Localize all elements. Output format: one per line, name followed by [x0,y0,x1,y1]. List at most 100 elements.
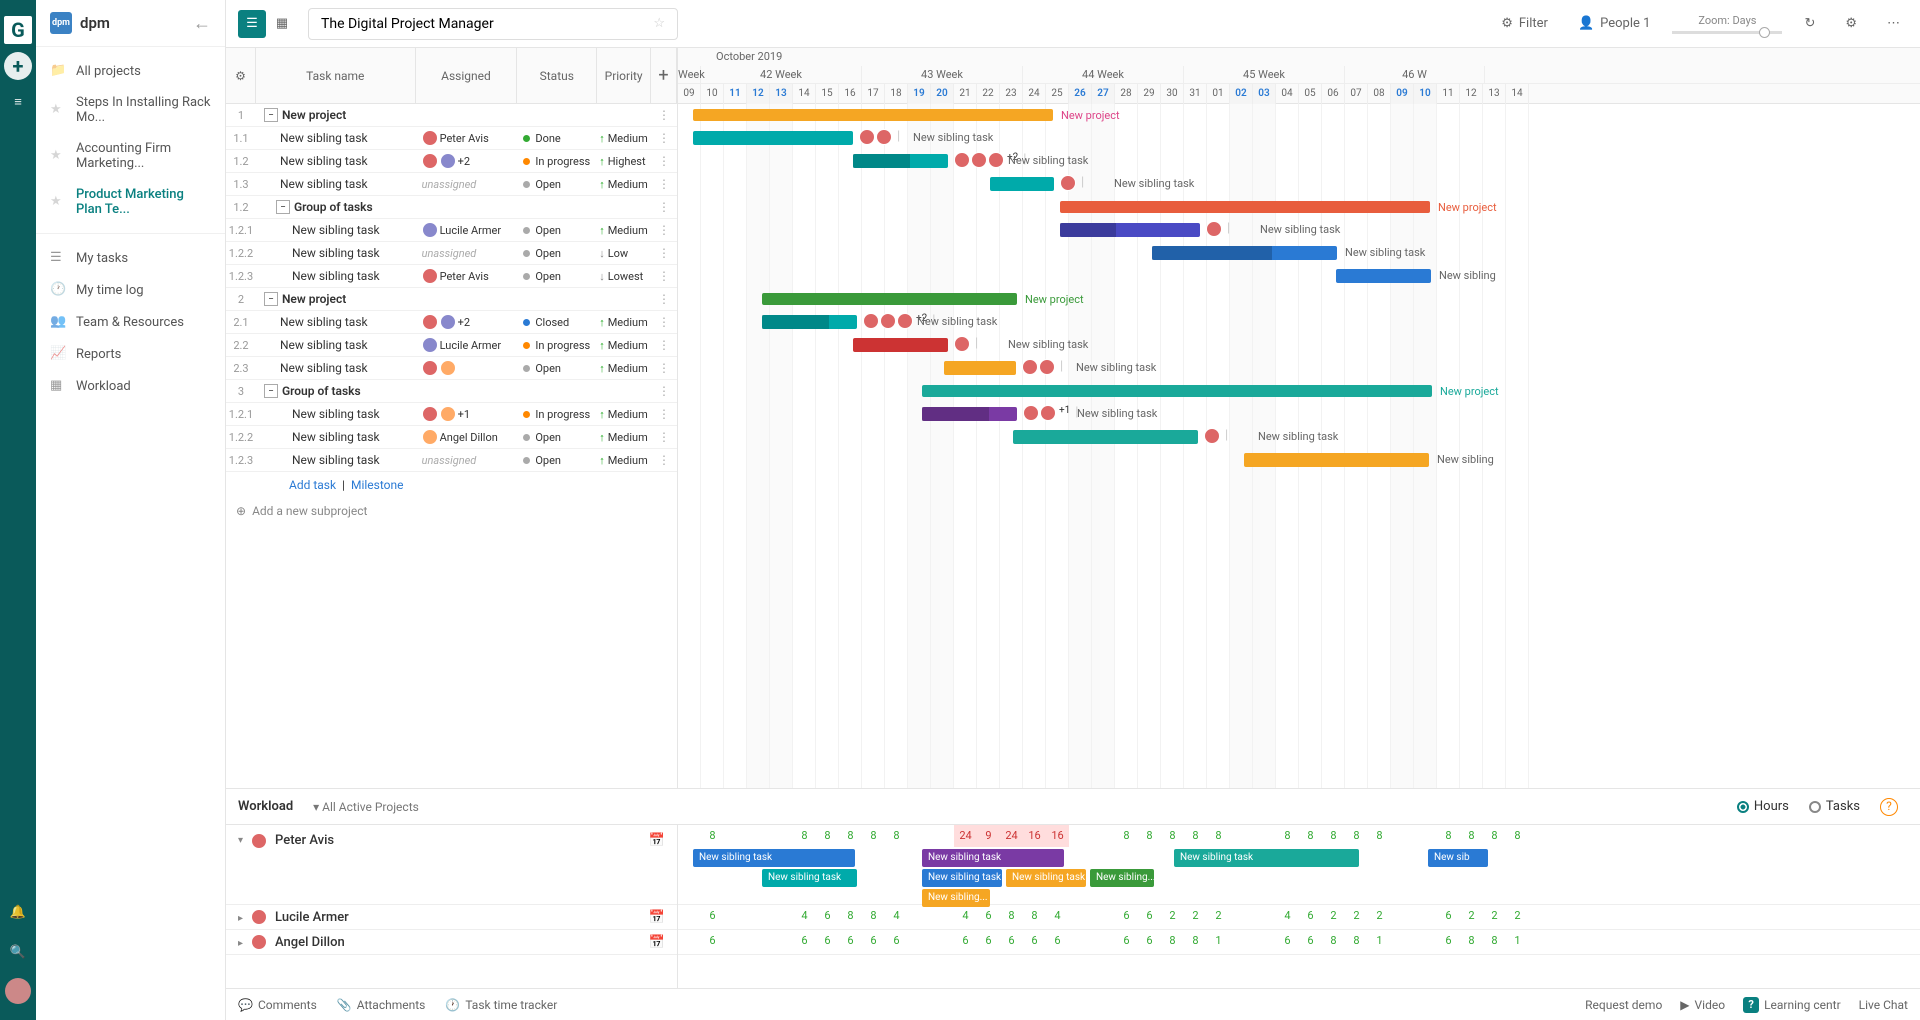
row-menu-icon[interactable]: ⋮ [651,407,677,421]
collapse-toggle[interactable]: − [276,200,290,214]
add-task-link[interactable]: Add task [289,478,336,492]
sidebar-all-projects[interactable]: 📁 All projects [36,55,225,87]
add-icon[interactable]: + [4,52,32,80]
calendar-icon[interactable]: 📅 [649,910,665,925]
workload-task-bar[interactable]: New sibling task [693,849,855,867]
settings-column-icon[interactable]: ⚙ [226,48,256,103]
row-menu-icon[interactable]: ⋮ [651,269,677,283]
gantt-bar[interactable]: |New sibling task [1013,430,1198,444]
workload-filter-dropdown[interactable]: ▾ All Active Projects [313,800,419,814]
task-row[interactable]: 2−New project⋮ [226,288,677,311]
task-row[interactable]: 1−New project⋮ [226,104,677,127]
learning-button[interactable]: ?Learning centr [1743,997,1841,1013]
back-arrow-icon[interactable]: ← [193,13,211,34]
user-avatar[interactable] [5,978,31,1004]
task-row[interactable]: 1.2.3New sibling taskunassignedOpen↑Medi… [226,449,677,472]
sidebar-my-tasks[interactable]: ☰My tasks [36,242,225,274]
collapse-toggle[interactable]: − [264,108,278,122]
row-menu-icon[interactable]: ⋮ [651,338,677,352]
gantt-view-button[interactable]: ☰ [238,10,266,38]
gantt-bar[interactable]: |New sibling task [990,177,1054,191]
add-column-button[interactable]: + [651,48,677,103]
task-row[interactable]: 1.3New sibling taskunassignedOpen↑Medium… [226,173,677,196]
menu-icon[interactable]: ≡ [4,88,32,116]
more-icon[interactable]: ⋯ [1879,12,1908,35]
chevron-icon[interactable]: ▾ [238,835,243,846]
sidebar-my-time-log[interactable]: 🕐My time log [36,274,225,306]
sidebar-starred-item[interactable]: ★ Accounting Firm Marketing... [36,133,225,179]
row-menu-icon[interactable]: ⋮ [651,384,677,398]
gantt-bar[interactable]: New project [1060,201,1430,213]
row-menu-icon[interactable]: ⋮ [651,154,677,168]
gantt-bar[interactable]: +2|New sibling task [853,154,948,168]
gantt-bar[interactable]: New project [922,385,1432,397]
task-row[interactable]: 2.1New sibling task+2Closed↑Medium⋮ [226,311,677,334]
task-row[interactable]: 1.2−Group of tasks⋮ [226,196,677,219]
live-chat-link[interactable]: Live Chat [1859,998,1908,1012]
row-menu-icon[interactable]: ⋮ [651,108,677,122]
task-row[interactable]: 1.2.1New sibling taskLucile ArmerOpen↑Me… [226,219,677,242]
gantt-bar[interactable]: New sibling task [1152,246,1337,260]
sidebar-starred-item[interactable]: ★ Product Marketing Plan Te... [36,179,225,225]
column-task-name[interactable]: Task name [256,48,416,103]
gantt-bar[interactable]: +1|New sibling task [922,407,1017,421]
row-menu-icon[interactable]: ⋮ [651,200,677,214]
workload-task-bar[interactable]: New sib [1428,849,1488,867]
time-tracker-button[interactable]: 🕐Task time tracker [445,998,557,1012]
bell-icon[interactable]: 🔔 [4,898,32,926]
workload-person-row[interactable]: ▸Angel Dillon📅 [226,930,677,955]
gantt-bar[interactable]: |New sibling task [944,361,1016,375]
row-menu-icon[interactable]: ⋮ [651,223,677,237]
row-menu-icon[interactable]: ⋮ [651,361,677,375]
gantt-bar[interactable]: New project [693,109,1053,121]
calendar-icon[interactable]: 📅 [649,833,665,848]
filter-button[interactable]: ⚙Filter [1493,12,1556,35]
column-assigned[interactable]: Assigned [416,48,518,103]
row-menu-icon[interactable]: ⋮ [651,246,677,260]
row-menu-icon[interactable]: ⋮ [651,453,677,467]
sidebar-workload[interactable]: ▦Workload [36,370,225,402]
gantt-bar[interactable]: |New sibling task [1060,223,1200,237]
column-status[interactable]: Status [517,48,597,103]
search-icon[interactable]: 🔍 [4,938,32,966]
workload-task-bar[interactable]: New sibling... [1090,869,1154,887]
comments-button[interactable]: 💬Comments [238,998,317,1012]
workload-task-bar[interactable]: New sibling task [1174,849,1359,867]
task-row[interactable]: 1.1New sibling taskPeter AvisDone↑Medium… [226,127,677,150]
settings-icon[interactable]: ⚙ [1837,12,1865,35]
history-icon[interactable]: ↻ [1796,12,1823,35]
row-menu-icon[interactable]: ⋮ [651,131,677,145]
app-logo[interactable]: G [4,16,32,44]
chevron-icon[interactable]: ▸ [238,938,243,949]
project-title-input[interactable]: ☆ [308,8,678,40]
task-row[interactable]: 3−Group of tasks⋮ [226,380,677,403]
workload-task-bar[interactable]: New sibling task [1006,869,1086,887]
workload-person-row[interactable]: ▸Lucile Armer📅 [226,905,677,930]
gantt-bar[interactable]: New sibling [1244,453,1429,467]
attachments-button[interactable]: 📎Attachments [337,998,426,1012]
collapse-toggle[interactable]: − [264,384,278,398]
column-priority[interactable]: Priority [597,48,651,103]
task-row[interactable]: 1.2.1New sibling task+1In progress↑Mediu… [226,403,677,426]
add-subproject-button[interactable]: ⊕ Add a new subproject [226,498,677,524]
row-menu-icon[interactable]: ⋮ [651,430,677,444]
gantt-bar[interactable]: New project [762,293,1017,305]
people-button[interactable]: 👤People 1 [1570,12,1659,35]
workload-task-bar[interactable]: New sibling task [922,869,1002,887]
milestone-link[interactable]: Milestone [351,478,404,492]
hours-radio[interactable]: Hours [1737,799,1789,814]
row-menu-icon[interactable]: ⋮ [651,315,677,329]
row-menu-icon[interactable]: ⋮ [651,177,677,191]
task-row[interactable]: 2.3New sibling taskOpen↑Medium⋮ [226,357,677,380]
star-icon[interactable]: ☆ [653,16,665,31]
workload-person-row[interactable]: ▾Peter Avis📅 [226,825,677,905]
collapse-toggle[interactable]: − [264,292,278,306]
gantt-bar[interactable]: New sibling [1336,269,1431,283]
chevron-icon[interactable]: ▸ [238,913,243,924]
task-row[interactable]: 1.2.3New sibling taskPeter AvisOpen↓Lowe… [226,265,677,288]
workload-task-bar[interactable]: New sibling task [762,869,857,887]
calendar-icon[interactable]: 📅 [649,935,665,950]
task-row[interactable]: 1.2New sibling task+2In progress↑Highest… [226,150,677,173]
tasks-radio[interactable]: Tasks [1809,799,1860,814]
task-row[interactable]: 2.2New sibling taskLucile ArmerIn progre… [226,334,677,357]
